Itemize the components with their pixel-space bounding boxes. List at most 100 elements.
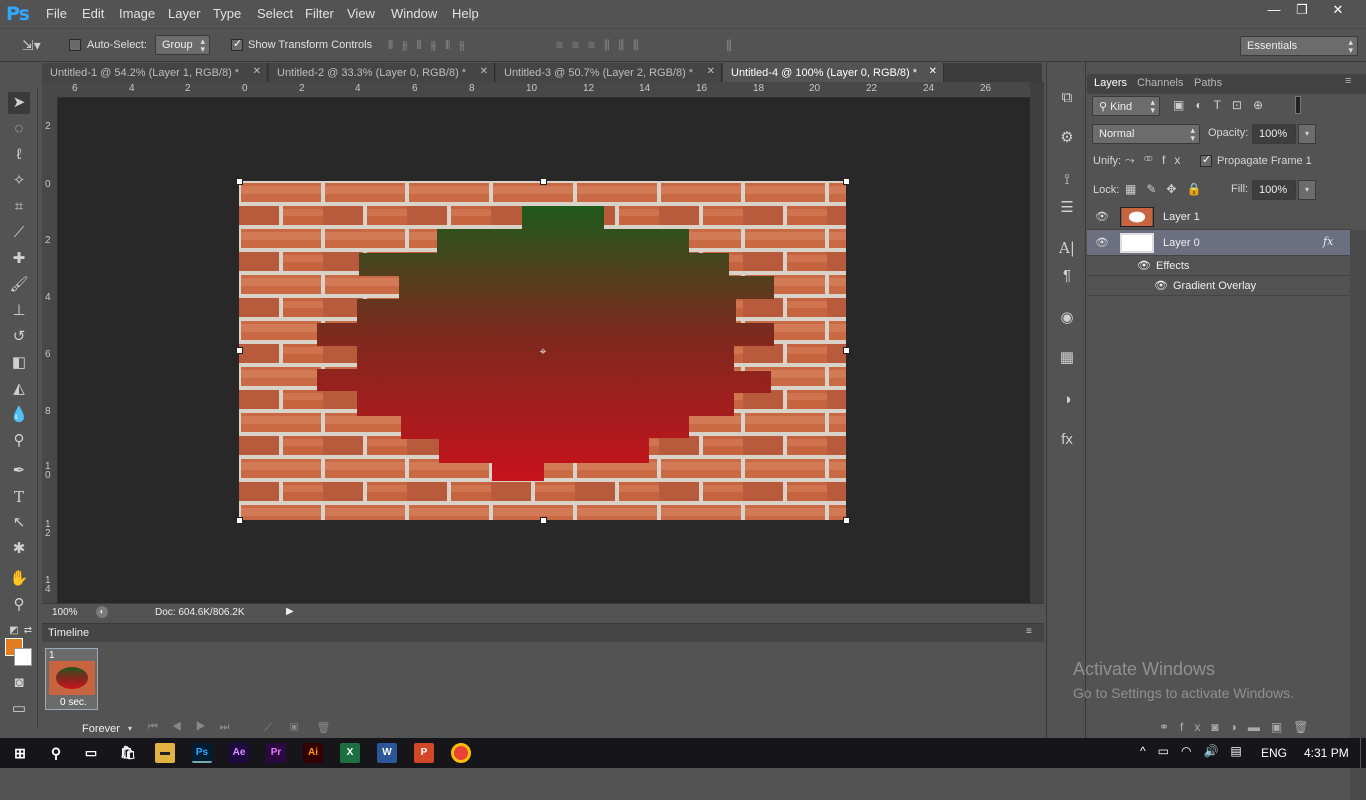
opacity-arrow-icon[interactable]: ▾ xyxy=(1298,124,1316,144)
loop-options[interactable]: Forever xyxy=(82,723,120,735)
excel-taskbar-icon[interactable]: X xyxy=(340,743,360,763)
layer-effects-icon[interactable]: fx xyxy=(1323,235,1333,248)
restore-button[interactable]: ❐ xyxy=(1286,0,1318,20)
playback-controls-icon[interactable]: ⏮◀▶⏭ xyxy=(148,721,243,734)
effects-row[interactable]: 👁 Effects xyxy=(1087,256,1350,276)
auto-align-icon[interactable]: ⫼ xyxy=(726,38,732,54)
gradient-overlay-row[interactable]: 👁 Gradient Overlay xyxy=(1087,276,1350,296)
transform-handle[interactable] xyxy=(236,517,243,524)
animation-frame[interactable]: 1 0 sec. xyxy=(45,648,98,710)
menu-type[interactable]: Type xyxy=(213,6,241,21)
close-icon[interactable]: ✕ xyxy=(707,66,715,77)
tab-untitled-3[interactable]: Untitled-3 @ 50.7% (Layer 2, RGB/8) * ✕ xyxy=(496,63,722,83)
adjustments-icon[interactable]: ◑ xyxy=(1057,390,1077,410)
tab-layers[interactable]: Layers xyxy=(1094,77,1127,89)
crop-tool-icon[interactable]: ⌗ xyxy=(8,196,30,218)
file-explorer-icon[interactable]: ▬ xyxy=(155,743,175,763)
tab-untitled-2[interactable]: Untitled-2 @ 33.3% (Layer 0, RGB/8) * ✕ xyxy=(269,63,495,83)
quick-mask-icon[interactable]: ◙ xyxy=(8,672,30,694)
clone-stamp-icon[interactable]: ⊥ xyxy=(8,300,30,322)
background-color-swatch[interactable] xyxy=(14,648,32,666)
chrome-taskbar-icon[interactable] xyxy=(451,743,471,763)
elliptical-marquee-icon[interactable]: ◌ xyxy=(8,118,30,140)
show-transform-controls-checkbox[interactable] xyxy=(231,37,243,51)
zoom-tool-icon[interactable]: ⚲ xyxy=(8,594,30,616)
transform-handle[interactable] xyxy=(540,517,547,524)
menu-view[interactable]: View xyxy=(347,6,375,21)
type-tool-icon[interactable]: T xyxy=(8,486,30,508)
tab-untitled-4[interactable]: Untitled-4 @ 100% (Layer 0, RGB/8) * ✕ xyxy=(723,63,944,83)
photoshop-taskbar-icon[interactable]: Ps xyxy=(192,743,212,763)
tab-paths[interactable]: Paths xyxy=(1194,77,1222,89)
premiere-taskbar-icon[interactable]: Pr xyxy=(266,743,286,763)
illustrator-taskbar-icon[interactable]: Ai xyxy=(303,743,323,763)
menu-window[interactable]: Window xyxy=(391,6,437,21)
frame-delay[interactable]: 0 sec. xyxy=(60,697,87,708)
tab-channels[interactable]: Channels xyxy=(1137,77,1183,89)
ruler-origin[interactable] xyxy=(42,82,58,98)
clock-time[interactable]: 4:31 PM xyxy=(1304,746,1349,760)
menu-file[interactable]: File xyxy=(46,6,67,21)
swatches-icon[interactable]: ▦ xyxy=(1057,348,1077,368)
workspace-dropdown[interactable]: Essentials ▴ ▾ xyxy=(1240,36,1358,56)
unify-icons[interactable]: ⤳⚭fx xyxy=(1125,153,1189,168)
custom-shape-icon[interactable]: ✱ xyxy=(8,538,30,560)
tab-untitled-1[interactable]: Untitled-1 @ 54.2% (Layer 1, RGB/8) * ✕ xyxy=(42,63,268,83)
windows-start-icon[interactable]: ⊞ xyxy=(10,743,30,763)
panel-menu-icon[interactable]: ≡ xyxy=(1026,626,1032,637)
screen-mode-icon[interactable]: ▭ xyxy=(8,698,30,720)
close-icon[interactable]: ✕ xyxy=(480,66,488,77)
input-language[interactable]: ENG xyxy=(1261,746,1287,760)
history-icon[interactable]: ⧉ xyxy=(1057,88,1077,108)
auto-select-checkbox[interactable] xyxy=(69,39,81,51)
close-window-button[interactable]: ✕ xyxy=(1322,0,1354,20)
filter-kind-dropdown[interactable]: ⚲ Kind ▴ ▾ xyxy=(1092,96,1160,116)
transform-handle[interactable] xyxy=(540,178,547,185)
vertical-scrollbar[interactable] xyxy=(1030,82,1044,603)
menu-filter[interactable]: Filter xyxy=(305,6,334,21)
layers-scrollbar[interactable] xyxy=(1350,230,1366,800)
zoom-level[interactable]: 100% xyxy=(52,607,78,618)
frame-actions-icon[interactable]: ⟋▣🗑 xyxy=(264,721,348,735)
menu-select[interactable]: Select xyxy=(257,6,293,21)
search-icon[interactable]: ⚲ xyxy=(46,743,66,763)
loop-dropdown-icon[interactable]: ▾ xyxy=(128,724,132,733)
fill-field[interactable]: 100% xyxy=(1252,180,1296,200)
brush-tool-icon[interactable]: 🖌 xyxy=(8,274,30,296)
menu-edit[interactable]: Edit xyxy=(82,6,104,21)
move-tool-preset-icon[interactable]: ⇲▾ xyxy=(22,37,41,54)
menu-image[interactable]: Image xyxy=(119,6,155,21)
brush-presets-icon[interactable]: ⟟ xyxy=(1057,170,1077,190)
layer-row-layer-0[interactable]: 👁 Layer 0 fx xyxy=(1087,230,1350,256)
system-tray-icons[interactable]: ^▭◠🔊▤ xyxy=(1140,744,1254,758)
after-effects-taskbar-icon[interactable]: Ae xyxy=(229,743,249,763)
fill-arrow-icon[interactable]: ▾ xyxy=(1298,180,1316,200)
close-icon[interactable]: ✕ xyxy=(929,66,937,77)
lasso-tool-icon[interactable]: ℓ xyxy=(8,144,30,166)
transform-handle[interactable] xyxy=(843,347,850,354)
healing-brush-icon[interactable]: ✚ xyxy=(8,248,30,270)
document-canvas[interactable]: ⌖ xyxy=(239,181,846,520)
propagate-frame-checkbox[interactable] xyxy=(1200,153,1212,167)
history-brush-icon[interactable]: ↺ xyxy=(8,326,30,348)
lock-icons[interactable]: ▦✎✥🔒 xyxy=(1125,182,1211,196)
brush-settings-icon[interactable]: ☰ xyxy=(1057,198,1077,218)
eyedropper-icon[interactable]: ⟋ xyxy=(8,222,30,244)
visibility-eye-icon[interactable]: 👁 xyxy=(1095,210,1109,223)
word-taskbar-icon[interactable]: W xyxy=(377,743,397,763)
move-tool-icon[interactable]: ➤ xyxy=(8,92,30,114)
distribute-buttons-icon[interactable]: ≡≡≡⫼⫼⫼ xyxy=(556,38,711,52)
styles-icon[interactable]: fx xyxy=(1057,430,1077,450)
effect-eye-icon[interactable]: 👁 xyxy=(1154,279,1168,292)
paint-bucket-icon[interactable]: ◭ xyxy=(8,378,30,400)
blur-tool-icon[interactable]: 💧 xyxy=(8,404,30,426)
status-menu-arrow-icon[interactable]: ▶ xyxy=(286,606,294,617)
blend-mode-dropdown[interactable]: Normal ▴ ▾ xyxy=(1092,124,1200,144)
menu-help[interactable]: Help xyxy=(452,6,479,21)
character-icon[interactable]: A| xyxy=(1057,238,1077,258)
layer-row-layer-1[interactable]: 👁 Layer 1 xyxy=(1087,204,1350,230)
layer-filter-icons[interactable]: ▣◐T⊡⊕ xyxy=(1173,98,1274,112)
panel-menu-icon[interactable]: ≡ xyxy=(1345,75,1351,87)
paragraph-icon[interactable]: ¶ xyxy=(1057,266,1077,286)
transform-handle[interactable] xyxy=(236,347,243,354)
